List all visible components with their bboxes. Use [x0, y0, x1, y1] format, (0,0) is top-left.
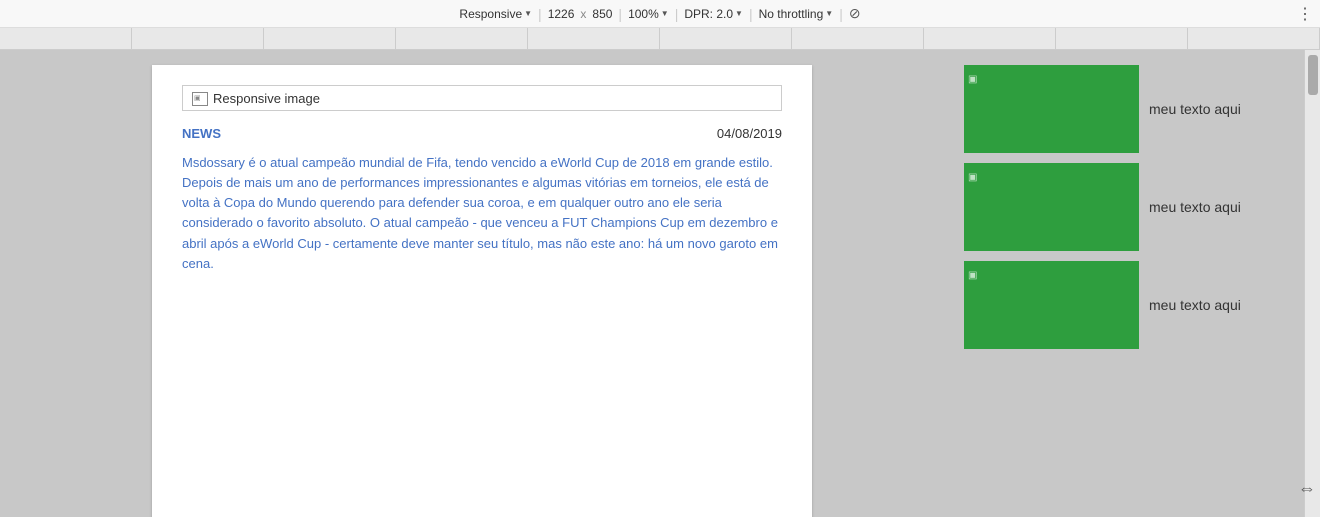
more-options-icon[interactable]: ⋮ — [1297, 4, 1312, 24]
news-date: 04/08/2019 — [717, 126, 782, 141]
separator-4: | — [749, 6, 753, 22]
viewport-width: 1226 — [548, 7, 575, 21]
responsive-arrow-icon: ▼ — [524, 9, 532, 18]
card-text-3: meu texto aqui — [1149, 297, 1241, 313]
scrollbar-thumb[interactable] — [1308, 55, 1318, 95]
card-text-2: meu texto aqui — [1149, 199, 1241, 215]
responsive-image-container: Responsive image — [182, 85, 782, 111]
green-box-1 — [964, 65, 1139, 153]
throttling-arrow-icon: ▼ — [825, 9, 833, 18]
dpr-dropdown[interactable]: DPR: 2.0 ▼ — [684, 7, 743, 21]
separator-3: | — [675, 6, 679, 22]
green-box-2 — [964, 163, 1139, 251]
ruler-segment-3 — [264, 28, 396, 49]
image-card-3: meu texto aqui — [964, 261, 1241, 349]
broken-icon-1 — [968, 69, 977, 87]
scrollbar[interactable] — [1304, 50, 1320, 517]
separator-2: | — [618, 6, 622, 22]
ruler-segment-10 — [1188, 28, 1320, 49]
responsive-dropdown[interactable]: Responsive ▼ — [459, 7, 532, 21]
right-column: meu texto aqui meu texto aqui meu texto … — [964, 50, 1304, 517]
responsive-label: Responsive — [459, 7, 522, 21]
zoom-label: 100% — [628, 7, 659, 21]
x-label: x — [580, 7, 586, 21]
ruler-segment-4 — [396, 28, 528, 49]
broken-image-icon — [191, 90, 207, 106]
broken-icon-2 — [968, 167, 977, 185]
ruler-segment-7 — [792, 28, 924, 49]
news-body: Msdossary é o atual campeão mundial de F… — [182, 153, 782, 274]
dpr-label: DPR: 2.0 — [684, 7, 733, 21]
zoom-arrow-icon: ▼ — [661, 9, 669, 18]
devtools-toolbar: Responsive ▼ | 1226 x 850 | 100% ▼ | DPR… — [0, 0, 1320, 28]
capture-icon[interactable]: ⊘ — [849, 5, 861, 22]
ruler-segment-6 — [660, 28, 792, 49]
separator-5: | — [839, 6, 843, 22]
ruler-segment-9 — [1056, 28, 1188, 49]
zoom-dropdown[interactable]: 100% ▼ — [628, 7, 669, 21]
ruler-segment-1 — [0, 28, 132, 49]
ruler-segment-5 — [528, 28, 660, 49]
image-card-2: meu texto aqui — [964, 163, 1241, 251]
toolbar-right: ⋮ — [1297, 4, 1312, 24]
page: Responsive image NEWS 04/08/2019 Msdossa… — [152, 65, 812, 517]
responsive-image-label: Responsive image — [213, 91, 320, 106]
resize-handle[interactable]: ⇔ — [1298, 478, 1316, 499]
card-text-1: meu texto aqui — [1149, 101, 1241, 117]
viewport-height: 850 — [592, 7, 612, 21]
throttling-dropdown[interactable]: No throttling ▼ — [759, 7, 834, 21]
main-area: Responsive image NEWS 04/08/2019 Msdossa… — [0, 50, 1320, 517]
page-container: Responsive image NEWS 04/08/2019 Msdossa… — [0, 50, 964, 517]
image-card-1: meu texto aqui — [964, 65, 1241, 153]
ruler-segment-2 — [132, 28, 264, 49]
news-label: NEWS — [182, 126, 221, 141]
dpr-arrow-icon: ▼ — [735, 9, 743, 18]
ruler-bar — [0, 28, 1320, 50]
broken-icon-3 — [968, 265, 977, 283]
throttling-label: No throttling — [759, 7, 824, 21]
separator-1: | — [538, 6, 542, 22]
green-box-3 — [964, 261, 1139, 349]
ruler-segment-8 — [924, 28, 1056, 49]
news-header: NEWS 04/08/2019 — [182, 126, 782, 141]
